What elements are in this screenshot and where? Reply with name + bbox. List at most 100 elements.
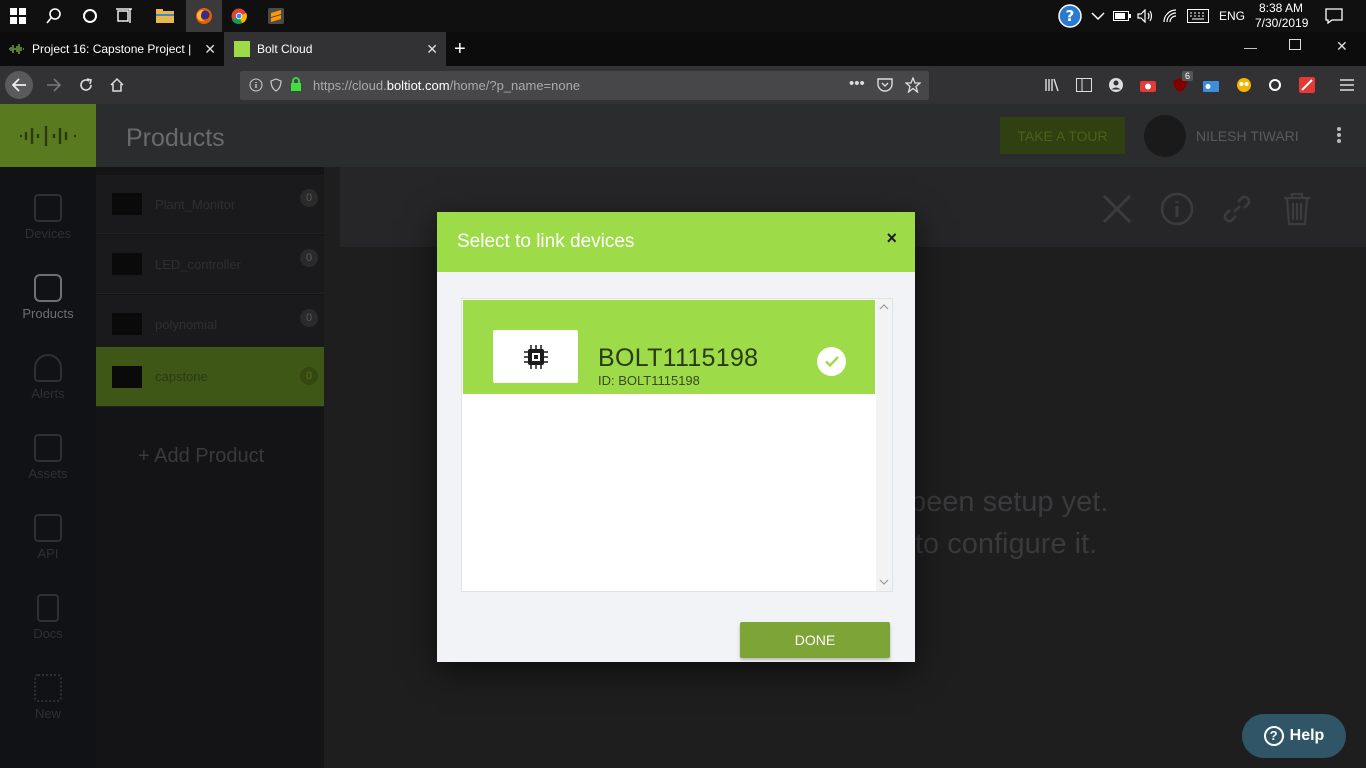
nav-alerts[interactable]: Alerts (0, 342, 96, 412)
emoji-ext-icon[interactable] (1230, 71, 1258, 99)
pen-ext-icon[interactable] (1293, 71, 1321, 99)
nav-api[interactable]: API (0, 502, 96, 572)
nav-label: Products (22, 305, 74, 321)
url-bar[interactable]: https://cloud.boltiot.com/home/?p_name=n… (240, 71, 929, 100)
take-a-tour-button[interactable]: TAKE A TOUR (1000, 117, 1125, 154)
product-label: Plant_Monitor (155, 196, 236, 212)
windows-start-icon[interactable] (6, 4, 30, 28)
forward-icon[interactable] (40, 71, 68, 99)
library-icon[interactable] (1038, 71, 1066, 99)
help-button[interactable]: ? Help (1242, 714, 1346, 758)
product-row-led-controller[interactable]: LED_controller 0 (96, 235, 324, 294)
link-devices-modal: Select to link devices × BOLT1115198 ID:… (437, 212, 915, 662)
done-button[interactable]: DONE (740, 622, 890, 658)
checkmark-icon[interactable] (817, 347, 846, 376)
bolt-logo[interactable] (0, 104, 96, 167)
nav-assets[interactable]: Assets (0, 422, 96, 492)
device-row[interactable]: BOLT1115198 ID: BOLT1115198 (463, 300, 875, 394)
chip-icon (523, 344, 548, 369)
scroll-up-icon[interactable] (879, 303, 889, 311)
cortana-icon[interactable] (78, 4, 102, 28)
account-icon[interactable] (1102, 71, 1130, 99)
page-actions-icon[interactable]: ••• (849, 75, 865, 92)
nav-devices[interactable]: Devices (0, 182, 96, 252)
device-name: BOLT1115198 (598, 344, 759, 372)
nav-products[interactable]: Products (0, 262, 96, 332)
windows-taskbar: ? ENG 8:38 AM 7/30/2019 (0, 0, 1366, 32)
info-icon[interactable] (249, 78, 263, 95)
language-indicator[interactable]: ENG (1219, 9, 1245, 23)
chrome-taskbar-icon[interactable] (227, 4, 251, 28)
left-nav: Devices Products Alerts Assets API Docs … (0, 167, 96, 768)
wifi-icon[interactable] (1159, 4, 1183, 28)
document-icon (37, 593, 59, 622)
github-ext-icon[interactable] (1261, 71, 1289, 99)
link-icon[interactable] (1220, 192, 1254, 231)
search-icon[interactable] (42, 4, 66, 28)
sidebar-icon[interactable] (1070, 71, 1098, 99)
url-path: /home/?p_name=none (449, 78, 581, 93)
product-list: Plant_Monitor 0 LED_controller 0 polynom… (96, 167, 324, 768)
close-tab-icon[interactable]: ✕ (204, 41, 216, 58)
user-name[interactable]: NILESH TIWARI (1196, 128, 1299, 144)
pocket-icon[interactable] (877, 78, 893, 95)
device-list-scrollbar[interactable] (876, 299, 892, 591)
ublock-icon[interactable]: 6 (1166, 71, 1194, 99)
avatar[interactable] (1144, 115, 1186, 157)
tab-project-16[interactable]: Project 16: Capstone Project | B ✕ (0, 32, 224, 66)
notification-icon[interactable] (1322, 4, 1346, 28)
modal-header: Select to link devices × (437, 212, 915, 272)
url-text[interactable]: https://cloud.boltiot.com/home/?p_name=n… (313, 78, 580, 93)
help-circle-icon[interactable]: ? (1058, 4, 1082, 28)
lock-icon[interactable] (290, 77, 302, 95)
scroll-down-icon[interactable] (879, 578, 889, 586)
nav-docs[interactable]: Docs (0, 582, 96, 652)
product-chip-icon (112, 193, 142, 215)
kebab-menu-icon[interactable] (1336, 126, 1342, 144)
task-view-icon[interactable] (113, 4, 137, 28)
device-list: BOLT1115198 ID: BOLT1115198 (461, 298, 893, 592)
product-row-capstone[interactable]: capstone 0 (96, 347, 324, 407)
device-count-badge: 0 (300, 367, 318, 385)
close-window-icon[interactable]: ✕ (1336, 38, 1348, 55)
tab-label: Bolt Cloud (257, 42, 313, 56)
radio-ext-icon[interactable] (1197, 71, 1225, 99)
volume-icon[interactable] (1134, 4, 1158, 28)
battery-icon[interactable] (1110, 4, 1134, 28)
clock-date[interactable]: 7/30/2019 (1255, 16, 1308, 30)
home-icon[interactable] (103, 71, 131, 99)
back-icon[interactable] (5, 71, 33, 99)
keyboard-icon[interactable] (1186, 4, 1210, 28)
chevron-up-icon[interactable] (1086, 4, 1110, 28)
clock-time[interactable]: 8:38 AM (1259, 1, 1303, 15)
product-row-polynomial[interactable]: polynomial 0 (96, 295, 324, 354)
nav-label: Devices (24, 225, 72, 241)
nav-label: Docs (33, 625, 63, 641)
product-label: polynomial (155, 316, 218, 332)
minimize-icon[interactable]: — (1244, 40, 1257, 55)
shield-icon[interactable] (270, 78, 282, 95)
device-id: ID: BOLT1115198 (598, 373, 700, 388)
trash-icon[interactable] (1282, 192, 1312, 231)
tab-bolt-cloud[interactable]: Bolt Cloud ✕ (224, 32, 446, 66)
folder-gear-icon (34, 513, 62, 542)
info-circle-icon[interactable] (1160, 192, 1194, 231)
menu-icon[interactable] (1333, 71, 1361, 99)
question-icon: ? (1263, 726, 1284, 746)
sublime-text-icon[interactable] (264, 4, 288, 28)
file-explorer-icon[interactable] (153, 4, 177, 28)
screenshot-ext-icon[interactable] (1134, 71, 1162, 99)
configure-tools-icon[interactable] (1100, 192, 1134, 231)
add-product-link[interactable]: + Add Product (138, 445, 264, 468)
restore-icon[interactable] (1289, 39, 1301, 50)
nav-new[interactable]: New (0, 662, 96, 732)
close-tab-icon[interactable]: ✕ (426, 41, 438, 58)
device-thumbnail (493, 330, 578, 383)
firefox-taskbar-icon[interactable] (186, 0, 222, 32)
new-tab-icon[interactable]: + (454, 32, 478, 66)
reload-icon[interactable] (72, 71, 100, 99)
nav-label: Alerts (31, 385, 65, 401)
close-icon[interactable]: × (886, 228, 897, 249)
bookmark-star-icon[interactable] (904, 76, 922, 96)
product-row-plant-monitor[interactable]: Plant_Monitor 0 (96, 175, 324, 234)
